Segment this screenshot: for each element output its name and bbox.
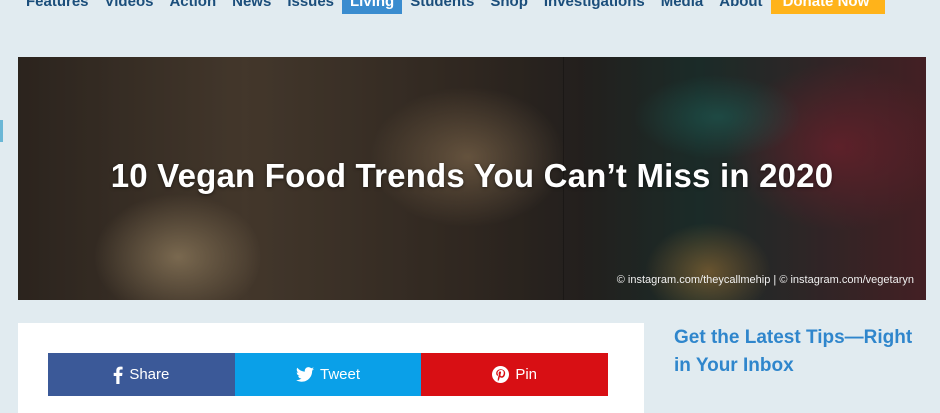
nav-item-investigations[interactable]: Investigations bbox=[536, 0, 653, 14]
donate-button[interactable]: Donate Now bbox=[770, 0, 886, 14]
nav-item-videos[interactable]: Videos bbox=[97, 0, 162, 14]
facebook-icon bbox=[113, 366, 123, 384]
nav-item-action[interactable]: Action bbox=[161, 0, 224, 14]
twitter-share-label: Tweet bbox=[319, 366, 361, 383]
nav-item-news[interactable]: News bbox=[224, 0, 279, 14]
share-bar: Share Tweet Pin bbox=[48, 353, 609, 396]
hero-banner: 10 Vegan Food Trends You Can’t Miss in 2… bbox=[18, 57, 926, 300]
pinterest-share-label: Pin bbox=[515, 366, 538, 383]
main-nav: Features Videos Action News Issues Livin… bbox=[0, 0, 940, 18]
nav-item-living[interactable]: Living bbox=[342, 0, 403, 14]
photo-credit: © instagram.com/theycallmehip | © instag… bbox=[616, 274, 914, 286]
twitter-icon bbox=[295, 367, 314, 382]
facebook-share-button[interactable]: Share bbox=[48, 353, 235, 396]
pinterest-icon bbox=[492, 366, 510, 383]
nav-item-media[interactable]: Media bbox=[653, 0, 712, 14]
twitter-share-button[interactable]: Tweet bbox=[234, 353, 422, 396]
nav-item-features[interactable]: Features bbox=[0, 0, 97, 14]
nav-item-shop[interactable]: Shop bbox=[482, 0, 536, 14]
newsletter-heading: Get the Latest Tips—Right in Your Inbox bbox=[674, 327, 913, 376]
nav-item-about[interactable]: About bbox=[711, 0, 770, 14]
nav-item-issues[interactable]: Issues bbox=[279, 0, 342, 14]
facebook-share-label: Share bbox=[129, 366, 170, 383]
pinterest-share-button[interactable]: Pin bbox=[421, 353, 609, 396]
article-title: 10 Vegan Food Trends You Can’t Miss in 2… bbox=[110, 157, 834, 194]
side-feedback-tab[interactable] bbox=[0, 120, 3, 142]
nav-item-students[interactable]: Students bbox=[402, 0, 482, 14]
